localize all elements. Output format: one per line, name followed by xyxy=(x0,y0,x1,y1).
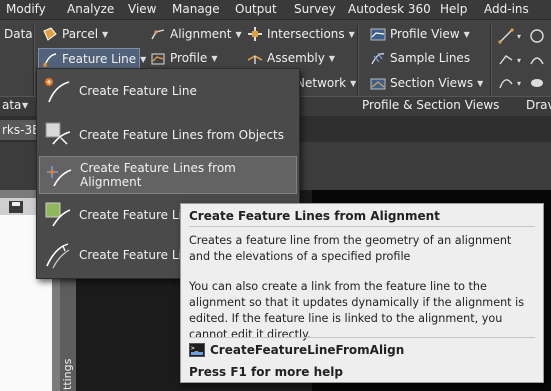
panel-title-left: ata xyxy=(2,98,22,112)
svg-text:▾: ▾ xyxy=(517,32,521,41)
command-tooltip: Create Feature Lines from Alignment Crea… xyxy=(180,203,544,383)
side-tab-settings[interactable]: ttings xyxy=(61,359,74,390)
dropdown-item-create-feature-line[interactable]: Create Feature Line xyxy=(39,73,295,109)
tooltip-divider xyxy=(189,337,535,338)
parcel-button[interactable]: Parcel ▼ xyxy=(42,24,108,44)
dropdown-item-create-from-alignment[interactable]: Create Feature Lines from Alignment xyxy=(39,156,297,194)
feature-lines-from-objects-icon xyxy=(45,122,71,145)
sample-lines-label: Sample Lines xyxy=(390,51,471,65)
menu-add-ins[interactable]: Add-ins xyxy=(484,2,529,16)
feature-line-from-corridor-icon xyxy=(45,202,71,227)
section-views-label: Section Views xyxy=(390,76,474,90)
chevron-down-icon: ▼ xyxy=(328,53,335,63)
dropdown-item-label: Create Feature Lines from Objects xyxy=(79,128,284,142)
tooltip-detail: You can also create a link from the feat… xyxy=(189,280,525,341)
menu-manage[interactable]: Manage xyxy=(172,2,220,16)
feature-line-icon xyxy=(43,53,57,67)
line-icon[interactable]: ▾ xyxy=(498,28,521,44)
svg-text:▾: ▾ xyxy=(517,79,521,88)
menu-survey[interactable]: Survey xyxy=(294,2,336,16)
menu-bar: Modify Analyze View Manage Output Survey… xyxy=(0,0,551,20)
parcel-label: Parcel xyxy=(62,27,99,41)
alignment-button[interactable]: Alignment ▼ xyxy=(150,24,242,44)
chevron-down-icon: ▼ xyxy=(463,29,470,39)
profile-label: Profile xyxy=(170,51,208,65)
data-label: Data xyxy=(4,27,33,41)
assembly-icon xyxy=(247,55,263,64)
chevron-down-icon: ▼ xyxy=(348,29,355,39)
feature-line-from-stepped-offset-icon xyxy=(46,243,70,269)
arc-icon[interactable] xyxy=(530,57,544,65)
data-button[interactable]: Data xyxy=(4,24,33,44)
chevron-down-icon: ▼ xyxy=(350,78,357,88)
svg-text:>_: >_ xyxy=(191,345,199,352)
profile-view-label: Profile View xyxy=(390,27,460,41)
panel-title-profile-section: Profile & Section Views xyxy=(362,98,500,112)
section-views-button[interactable]: Section Views ▼ xyxy=(370,73,483,93)
profile-button[interactable]: Profile ▼ xyxy=(150,48,217,68)
profile-view-icon xyxy=(370,28,386,41)
network-label: Network xyxy=(296,76,347,90)
intersections-label: Intersections xyxy=(267,27,345,41)
chevron-down-icon: ▼ xyxy=(235,29,242,39)
create-feature-line-icon xyxy=(45,78,70,103)
save-icon[interactable] xyxy=(8,200,24,214)
command-icon: >_ xyxy=(189,343,205,357)
tooltip-title: Create Feature Lines from Alignment xyxy=(189,209,440,223)
assembly-button[interactable]: Assembly ▼ xyxy=(247,48,335,68)
feature-line-button[interactable]: Feature Line ▼ xyxy=(38,48,146,70)
menu-autodesk-360[interactable]: Autodesk 360 xyxy=(348,2,431,16)
sample-lines-button[interactable]: Sample Lines xyxy=(370,48,470,68)
profile-icon xyxy=(151,53,165,65)
feature-lines-from-alignment-icon xyxy=(47,166,72,187)
spline-icon[interactable]: ▾ xyxy=(499,79,521,89)
sample-lines-icon xyxy=(371,52,385,65)
menu-view[interactable]: View xyxy=(128,2,156,16)
dropdown-item-create-from-objects[interactable]: Create Feature Lines from Objects xyxy=(39,117,295,153)
draw-tools: ▾ ▾ ▾ xyxy=(498,28,544,89)
network-button[interactable]: Network ▼ xyxy=(296,73,356,93)
dropdown-item-label: Create Feature Line xyxy=(79,84,197,98)
polyline-icon[interactable]: ▾ xyxy=(499,55,521,65)
circle-icon[interactable] xyxy=(530,29,544,43)
svg-text:▾: ▾ xyxy=(517,56,521,65)
menu-help[interactable]: Help xyxy=(440,2,467,16)
intersections-button[interactable]: Intersections ▼ xyxy=(247,24,355,44)
intersections-icon xyxy=(248,27,262,41)
alignment-label: Alignment xyxy=(170,27,232,41)
menu-modify[interactable]: Modify xyxy=(6,2,46,16)
tooltip-command-name: CreateFeatureLineFromAlign xyxy=(210,343,405,357)
feature-line-label: Feature Line xyxy=(62,52,137,66)
menu-output[interactable]: Output xyxy=(235,2,277,16)
profile-view-button[interactable]: Profile View ▼ xyxy=(370,24,470,44)
parcel-icon xyxy=(43,27,57,41)
tooltip-command: >_ CreateFeatureLineFromAlign xyxy=(189,343,404,357)
alignment-icon xyxy=(151,29,165,40)
tooltip-help-hint: Press F1 for more help xyxy=(189,365,343,379)
chevron-down-icon: ▼ xyxy=(102,29,109,39)
chevron-down-icon: ▼ xyxy=(477,78,484,88)
section-views-icon xyxy=(370,78,386,90)
chevron-down-icon[interactable]: ▼ xyxy=(22,101,28,110)
chevron-down-icon: ▼ xyxy=(140,54,147,64)
tooltip-divider xyxy=(189,226,535,227)
tooltip-description: Creates a feature line from the geometry… xyxy=(189,234,512,263)
chevron-down-icon: ▼ xyxy=(211,53,218,63)
ellipse-icon[interactable] xyxy=(531,79,543,87)
assembly-label: Assembly xyxy=(267,51,325,65)
menu-analyze[interactable]: Analyze xyxy=(67,2,114,16)
dropdown-item-label: Create Feature Lines from Alignment xyxy=(80,161,236,189)
panel-title-draw: Drav xyxy=(526,98,551,112)
